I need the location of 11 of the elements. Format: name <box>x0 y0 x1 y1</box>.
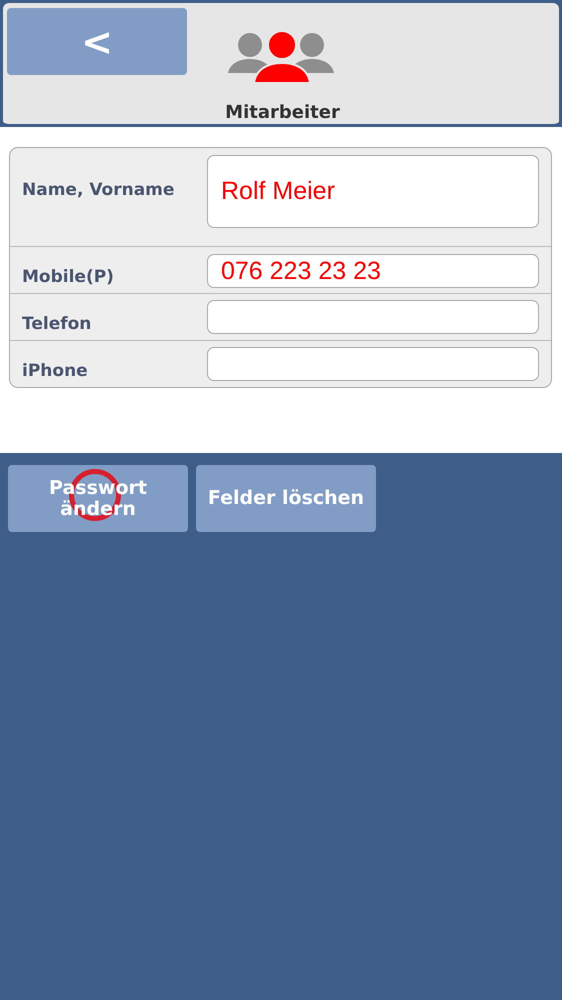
input-field[interactable] <box>207 300 539 334</box>
field-label: Telefon <box>22 314 92 334</box>
input-field[interactable]: Rolf Meier <box>207 155 539 228</box>
input-field[interactable]: 076 223 23 23 <box>207 254 539 288</box>
action-button[interactable]: Felder löschen <box>196 465 376 532</box>
field-label: Name, Vorname <box>22 180 174 200</box>
screen-title: Mitarbeiter <box>224 102 341 123</box>
field-label: iPhone <box>22 361 88 381</box>
input-field[interactable] <box>207 347 539 381</box>
back-button[interactable]: < <box>7 8 187 75</box>
field-label: Mobile(P) <box>22 267 114 287</box>
